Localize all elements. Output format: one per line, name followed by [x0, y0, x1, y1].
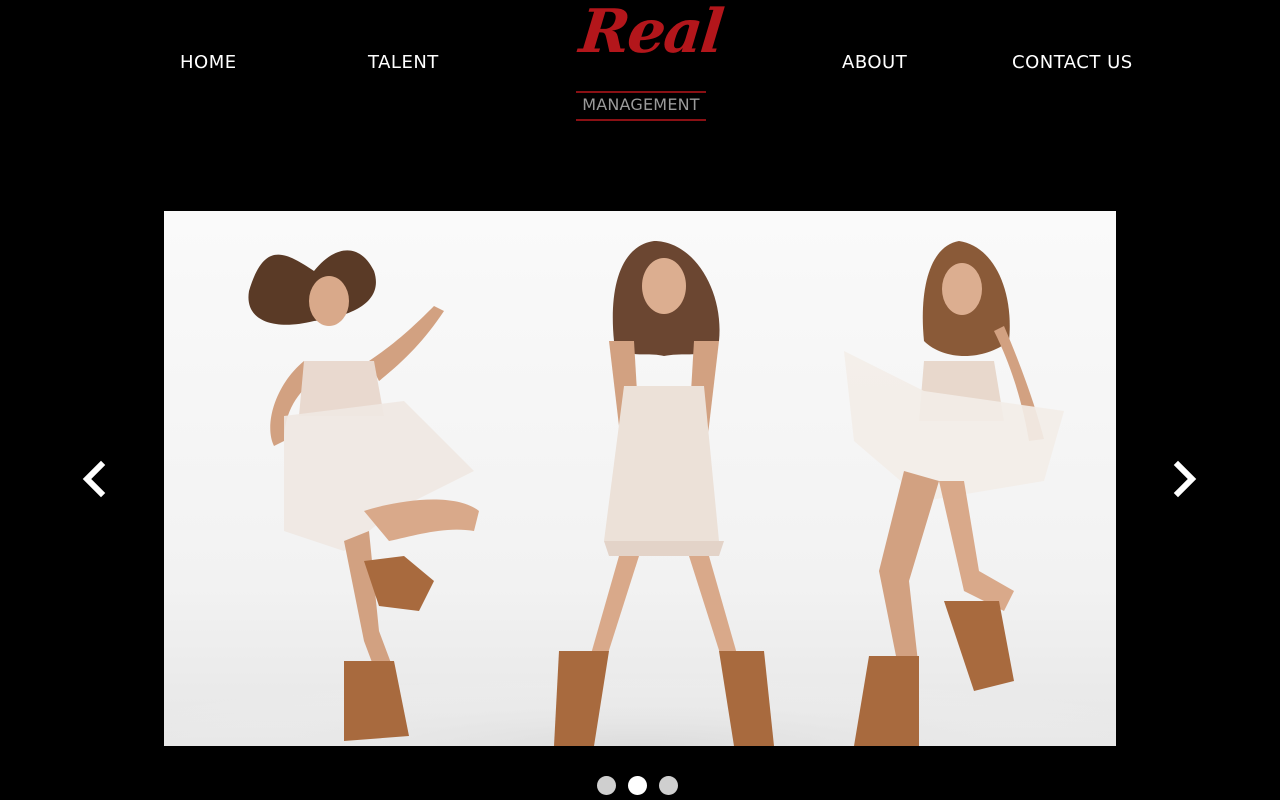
carousel-dot-3[interactable] — [659, 776, 678, 795]
logo-subtitle: MANAGEMENT — [582, 95, 700, 114]
logo-script: Real — [576, 0, 726, 67]
logo-rule-top — [576, 91, 706, 93]
logo[interactable]: Real MANAGEMENT — [570, 0, 725, 126]
nav-home[interactable]: HOME — [180, 52, 237, 73]
chevron-right-icon — [1173, 460, 1197, 498]
carousel-dot-1[interactable] — [597, 776, 616, 795]
fashion-photo — [164, 241, 1116, 746]
logo-rule-bottom — [576, 119, 706, 121]
carousel-prev-button[interactable] — [75, 459, 115, 499]
carousel-dot-2[interactable] — [628, 776, 647, 795]
carousel-pagination — [597, 776, 678, 795]
nav-contact-us[interactable]: CONTACT US — [1012, 52, 1133, 73]
nav-about[interactable]: ABOUT — [842, 52, 907, 73]
carousel-next-button[interactable] — [1164, 459, 1204, 499]
chevron-left-icon — [82, 460, 106, 498]
carousel-slide-image — [164, 211, 1116, 746]
nav-talent[interactable]: TALENT — [368, 52, 439, 73]
